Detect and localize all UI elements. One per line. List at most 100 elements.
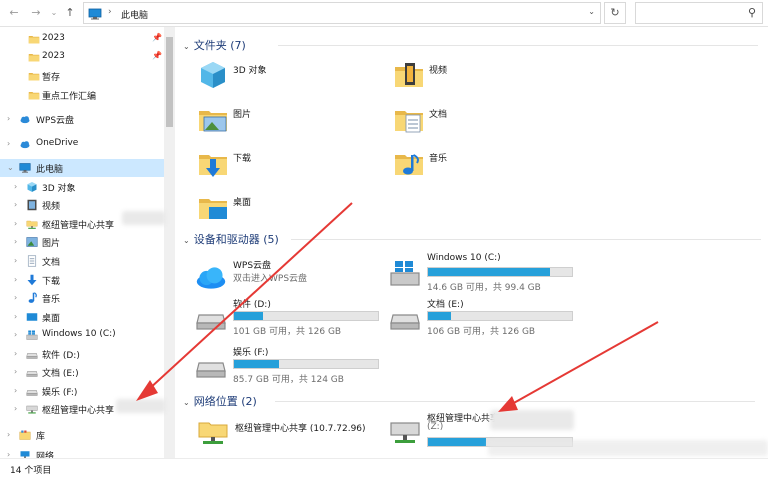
sidebar-item[interactable]: › 桌面 [0,308,168,326]
capacity-fill [234,360,279,368]
cloud-icon [19,138,31,150]
section-folders[interactable]: ⌄ 文件夹 (7) [183,37,758,53]
sidebar-item-label: WPS云盘 [36,116,75,126]
folder-name: 图片 [233,110,252,120]
sidebar-item[interactable]: › Windows 10 (C:) [0,326,168,344]
breadcrumb-separator-icon: › [108,7,112,17]
download-icon [26,274,38,286]
chevron-right-icon[interactable]: › [14,404,17,413]
folder-tile[interactable]: 下载 [197,147,357,187]
sidebar-item[interactable]: › 下载 [0,271,168,289]
section-title: 网络位置 (2) [193,395,257,408]
chevron-right-icon[interactable]: › [14,182,17,191]
chevron-right-icon[interactable]: › [14,275,17,284]
sidebar-item[interactable]: 2023 📌 [0,48,168,66]
sidebar-item[interactable]: 2023 📌 [0,30,168,48]
sidebar-item[interactable]: › 音乐 [0,289,168,307]
chevron-right-icon[interactable]: › [14,386,17,395]
chevron-right-icon[interactable]: › [14,293,17,302]
sidebar-item[interactable]: › 库 [0,426,168,444]
desktop-icon [26,311,38,323]
section-drives[interactable]: ⌄ 设备和驱动器 (5) [183,231,761,247]
chevron-right-icon[interactable]: › [14,367,17,376]
sidebar-item[interactable]: › OneDrive [0,135,168,153]
3d-objects-icon [26,181,38,193]
wps-cloud-icon [195,262,227,297]
chevron-right-icon[interactable]: › [14,330,17,339]
sidebar-item-label: 文档 (E:) [42,369,79,379]
navigation-scrollbar[interactable] [164,27,175,458]
sidebar-item[interactable]: › 软件 (D:) [0,345,168,363]
sidebar-item-label: 重点工作汇编 [42,92,97,102]
folder-tile[interactable]: 3D 对象 [197,59,357,99]
cloud-icon [19,113,31,125]
search-input[interactable]: ⚲ [635,2,763,24]
folder-icon [28,70,40,82]
folder-tile[interactable]: 文档 [393,103,553,143]
folder-tile[interactable]: 图片 [197,103,357,143]
folder-name: 3D 对象 [233,66,267,76]
sidebar-item[interactable]: ⌄ 此电脑 [0,159,168,177]
collapse-chevron-icon[interactable]: ⌄ [183,398,190,407]
back-button[interactable]: ← [6,5,22,21]
drive-tile[interactable]: WPS云盘 双击进入WPS云盘 [195,258,385,298]
pin-icon[interactable]: 📌 [152,33,162,42]
sidebar-item-label: 文档 [42,258,61,268]
sidebar-item[interactable]: 暂存 [0,67,168,85]
sidebar-item[interactable]: › WPS云盘 [0,110,168,128]
chevron-right-icon[interactable]: › [14,200,17,209]
address-bar[interactable]: › 此电脑 ⌄ [83,2,601,24]
drive-tile[interactable]: 文档 (E:) 106 GB 可用，共 126 GB [389,297,579,337]
folder-icon [28,51,40,63]
drive-icon [195,301,227,336]
sidebar-item-label: 视频 [42,202,61,212]
drive-name: 软件 (D:) [233,300,271,310]
drive-icon [26,366,38,378]
scrollbar-thumb[interactable] [166,37,173,127]
sidebar-item-label: 2023 [42,33,65,43]
refresh-button[interactable]: ↻ [604,2,626,24]
collapse-chevron-icon[interactable]: ⌄ [183,42,190,51]
chevron-right-icon[interactable]: › [7,430,10,439]
divider [291,239,761,240]
chevron-right-icon[interactable]: › [14,349,17,358]
address-dropdown-icon[interactable]: ⌄ [588,7,595,16]
chevron-right-icon[interactable]: › [7,139,10,148]
chevron-right-icon[interactable]: › [14,237,17,246]
folder-tile[interactable]: 桌面 [197,191,357,231]
free-space: 14.6 GB 可用，共 99.4 GB [427,283,541,293]
sidebar-item[interactable]: › 娱乐 (F:) [0,382,168,400]
sidebar-item[interactable]: › 文档 (E:) [0,363,168,381]
folder-tile[interactable]: 视频 [393,59,553,99]
collapse-chevron-icon[interactable]: ⌄ [183,236,190,245]
drive-tile[interactable]: 娱乐 (F:) 85.7 GB 可用，共 124 GB [195,345,385,385]
pin-icon[interactable]: 📌 [152,51,162,60]
sidebar-item-label: OneDrive [36,138,79,148]
sidebar-item[interactable]: › 图片 [0,233,168,251]
section-network[interactable]: ⌄ 网络位置 (2) [183,393,755,409]
chevron-right-icon[interactable]: › [14,312,17,321]
sidebar-item[interactable]: › 文档 [0,252,168,270]
chevron-right-icon[interactable]: › [7,450,10,458]
capacity-fill [428,312,452,320]
sidebar-item[interactable]: › 网络 [0,446,168,458]
chevron-right-icon[interactable]: › [14,219,17,228]
chevron-down-icon[interactable]: ⌄ [7,163,14,172]
sidebar-item-label: Windows 10 (C:) [42,329,116,339]
chevron-right-icon[interactable]: › [14,256,17,265]
music-folder-icon [393,147,425,182]
pictures-folder-icon [197,103,229,138]
sidebar-item[interactable]: › 3D 对象 [0,178,168,196]
up-button[interactable]: ↑ [62,5,78,21]
sidebar-item-label: 枢纽管理中心共享 [42,406,115,416]
sidebar-item[interactable]: 重点工作汇编 [0,86,168,104]
folder-tile[interactable]: 音乐 [393,147,553,187]
drive-tile[interactable]: Windows 10 (C:) 14.6 GB 可用，共 99.4 GB [389,253,579,293]
capacity-fill [428,268,551,276]
recent-locations-chevron-icon[interactable]: ⌄ [46,5,62,21]
drive-tile[interactable]: 软件 (D:) 101 GB 可用，共 126 GB [195,297,385,337]
forward-button[interactable]: → [28,5,44,21]
breadcrumb-current[interactable]: 此电脑 [121,8,148,21]
chevron-right-icon[interactable]: › [7,114,10,123]
network-location-tile[interactable]: 枢纽管理中心共享 (10.7.72.96) [197,411,387,451]
